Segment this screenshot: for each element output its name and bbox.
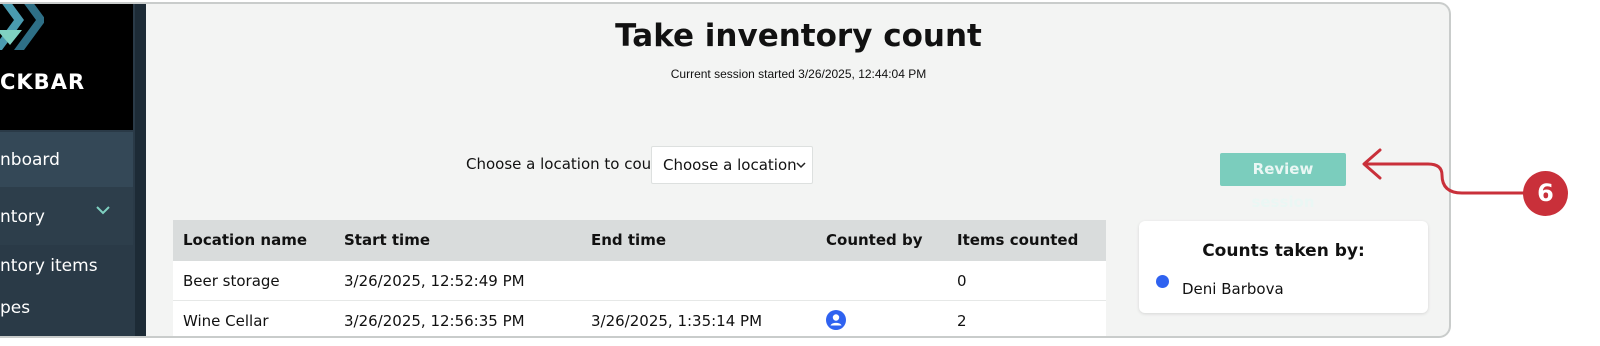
review-session-button[interactable]: Review session [1220, 153, 1346, 211]
table-row[interactable]: Beer storage 3/26/2025, 12:52:49 PM 0 [173, 261, 1106, 301]
user-avatar-icon[interactable] [826, 310, 846, 330]
sidebar-item-label: ntory items [0, 256, 98, 276]
session-info: Current session started 3/26/2025, 12:44… [670, 67, 927, 81]
sidebar: CKBAR nboard ntory ntory items pes [0, 4, 146, 336]
column-header[interactable]: Location name [183, 220, 307, 261]
start-time-cell: 3/26/2025, 12:56:35 PM [344, 312, 525, 330]
items-counted-cell: 2 [957, 312, 967, 330]
counts-title: Counts taken by: [1202, 241, 1365, 261]
sidebar-item-label: ntory [0, 207, 45, 227]
sidebar-item-dashboard[interactable]: nboard [0, 132, 133, 187]
column-header[interactable]: Counted by [826, 220, 923, 261]
sidebar-divider [135, 4, 146, 336]
sidebar-item-label: nboard [0, 150, 60, 170]
column-header[interactable]: Start time [344, 220, 430, 261]
location-label: Choose a location to count [466, 155, 667, 173]
location-select-value: Choose a location [663, 156, 797, 174]
page-title: Take inventory count [615, 18, 982, 54]
sidebar-item-inventory[interactable]: ntory [0, 187, 133, 245]
table-header: Location name Start time End time Counte… [173, 220, 1106, 261]
callout-badge: 6 [1523, 171, 1568, 216]
logo-mark-icon [0, 4, 44, 50]
sidebar-item-recipes[interactable]: pes [0, 294, 133, 318]
items-counted-cell: 0 [957, 272, 967, 290]
start-time-cell: 3/26/2025, 12:52:49 PM [344, 272, 525, 290]
sidebar-item-inventory-items[interactable]: ntory items [0, 252, 133, 276]
counter-name: Deni Barbova [1182, 280, 1284, 298]
logo[interactable]: CKBAR [0, 4, 133, 130]
logo-text: CKBAR [0, 70, 86, 94]
end-time-cell: 3/26/2025, 1:35:14 PM [591, 312, 763, 330]
location-select[interactable]: Choose a location [651, 146, 813, 184]
location-name-cell: Beer storage [183, 272, 280, 290]
table-row[interactable]: Wine Cellar 3/26/2025, 12:56:35 PM 3/26/… [173, 301, 1106, 336]
location-name-cell: Wine Cellar [183, 312, 269, 330]
column-header[interactable]: Items counted [957, 220, 1078, 261]
column-header[interactable]: End time [591, 220, 666, 261]
app-window: CKBAR nboard ntory ntory items pes Take … [0, 2, 1451, 338]
chevron-down-icon [96, 206, 110, 215]
counts-taken-card: Counts taken by: Deni Barbova [1139, 221, 1428, 313]
chevron-down-icon [796, 162, 806, 169]
locations-table: Location name Start time End time Counte… [173, 220, 1106, 336]
sidebar-item-label: pes [0, 298, 31, 318]
user-color-dot [1156, 275, 1169, 288]
